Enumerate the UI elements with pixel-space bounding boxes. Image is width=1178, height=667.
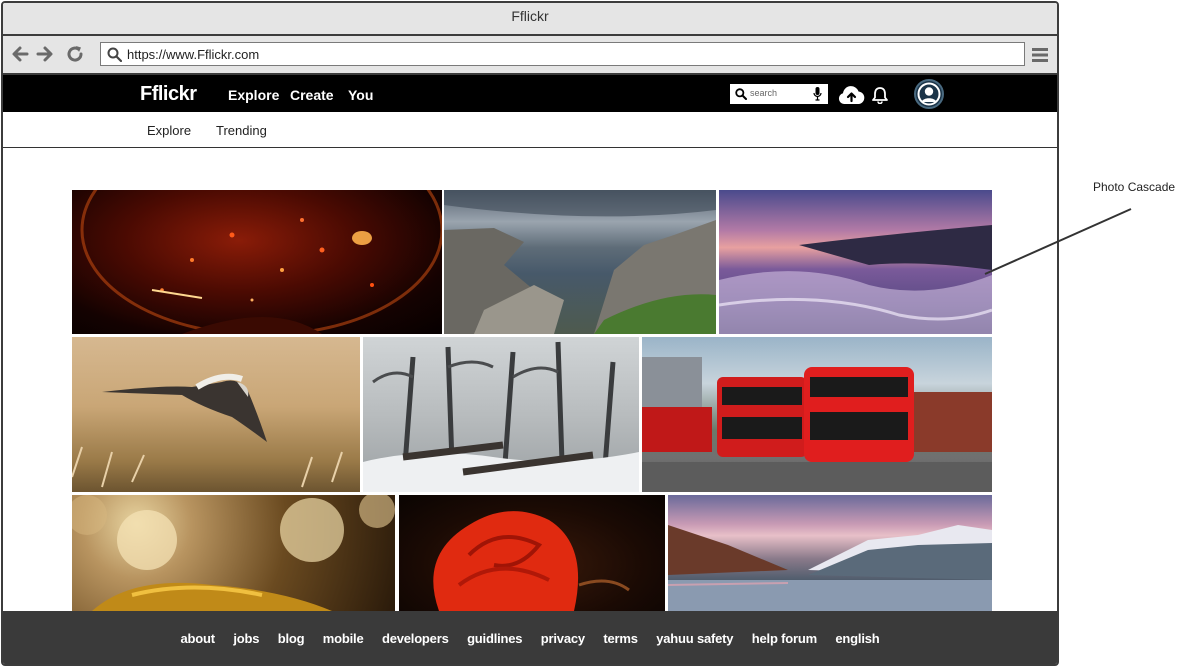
wine-glass-illustration bbox=[80, 190, 442, 334]
user-avatar-icon[interactable] bbox=[914, 79, 944, 109]
search-icon bbox=[107, 47, 122, 62]
nav-you[interactable]: You bbox=[348, 87, 373, 103]
url-input[interactable]: https://www.Fflickr.com bbox=[100, 42, 1025, 66]
footer-links: about jobs blog mobile developers guidli… bbox=[3, 630, 1057, 648]
annotation-pointer bbox=[984, 208, 1132, 275]
photo-red-buses[interactable] bbox=[642, 337, 992, 492]
window-title: Fflickr bbox=[511, 8, 549, 24]
top-nav: Fflickr Explore Create You search bbox=[3, 75, 1057, 112]
arrow-right-icon[interactable] bbox=[35, 44, 55, 64]
window-titlebar: Fflickr bbox=[3, 3, 1057, 36]
search-icon bbox=[735, 88, 747, 100]
photo-wine-glass[interactable] bbox=[72, 190, 442, 334]
sub-nav: Explore Trending bbox=[3, 112, 1057, 148]
subnav-trending[interactable]: Trending bbox=[216, 123, 267, 138]
snowy-forest-illustration bbox=[363, 341, 639, 492]
footer-link-yahuu-safety[interactable]: yahuu safety bbox=[656, 631, 733, 646]
address-bar: https://www.Fflickr.com bbox=[3, 36, 1057, 75]
url-text: https://www.Fflickr.com bbox=[127, 47, 260, 62]
reload-icon[interactable] bbox=[65, 44, 85, 64]
footer-link-developers[interactable]: developers bbox=[382, 631, 449, 646]
footer-link-terms[interactable]: terms bbox=[603, 631, 638, 646]
red-rose-illustration bbox=[433, 511, 630, 611]
bird-illustration bbox=[72, 373, 343, 488]
sunset-waves-illustration bbox=[719, 225, 992, 334]
photo-sunset-waves[interactable] bbox=[719, 190, 992, 334]
mountain-lake-illustration bbox=[668, 525, 992, 611]
browser-window: Fflickr https://www.Fflickr.com Fflickr … bbox=[1, 1, 1059, 666]
footer-link-privacy[interactable]: privacy bbox=[541, 631, 585, 646]
photo-red-rose[interactable] bbox=[399, 495, 665, 611]
subnav-explore[interactable]: Explore bbox=[147, 123, 191, 138]
footer-link-mobile[interactable]: mobile bbox=[323, 631, 364, 646]
cloud-upload-icon[interactable] bbox=[838, 85, 865, 105]
footer-link-about[interactable]: about bbox=[180, 631, 215, 646]
arrow-left-icon[interactable] bbox=[10, 44, 30, 64]
search-input[interactable]: search bbox=[730, 84, 828, 104]
footer-link-help-forum[interactable]: help forum bbox=[752, 631, 817, 646]
photo-mountain-lake[interactable] bbox=[668, 495, 992, 611]
buses-illustration bbox=[642, 357, 992, 492]
photo-golden-bokeh[interactable] bbox=[72, 495, 395, 611]
nav-create[interactable]: Create bbox=[290, 87, 334, 103]
golden-bokeh-illustration bbox=[72, 495, 395, 611]
photo-snowy-forest[interactable] bbox=[363, 337, 639, 492]
search-placeholder: search bbox=[750, 88, 778, 98]
site-logo[interactable]: Fflickr bbox=[140, 83, 197, 106]
bell-icon[interactable] bbox=[872, 86, 888, 104]
footer-link-english[interactable]: english bbox=[835, 631, 879, 646]
footer-link-blog[interactable]: blog bbox=[278, 631, 305, 646]
photo-rocky-coast[interactable] bbox=[444, 190, 716, 334]
nav-explore[interactable]: Explore bbox=[228, 87, 279, 103]
user-silhouette-icon bbox=[917, 82, 941, 106]
footer-link-jobs[interactable]: jobs bbox=[233, 631, 259, 646]
annotation-label: Photo Cascade bbox=[1093, 180, 1176, 194]
photo-bird-flight[interactable] bbox=[72, 337, 360, 492]
microphone-icon[interactable] bbox=[813, 87, 822, 101]
footer: about jobs blog mobile developers guidli… bbox=[3, 611, 1057, 664]
footer-link-guidlines[interactable]: guidlines bbox=[467, 631, 522, 646]
rocky-coast-illustration bbox=[444, 190, 716, 334]
hamburger-icon[interactable] bbox=[1032, 47, 1048, 63]
